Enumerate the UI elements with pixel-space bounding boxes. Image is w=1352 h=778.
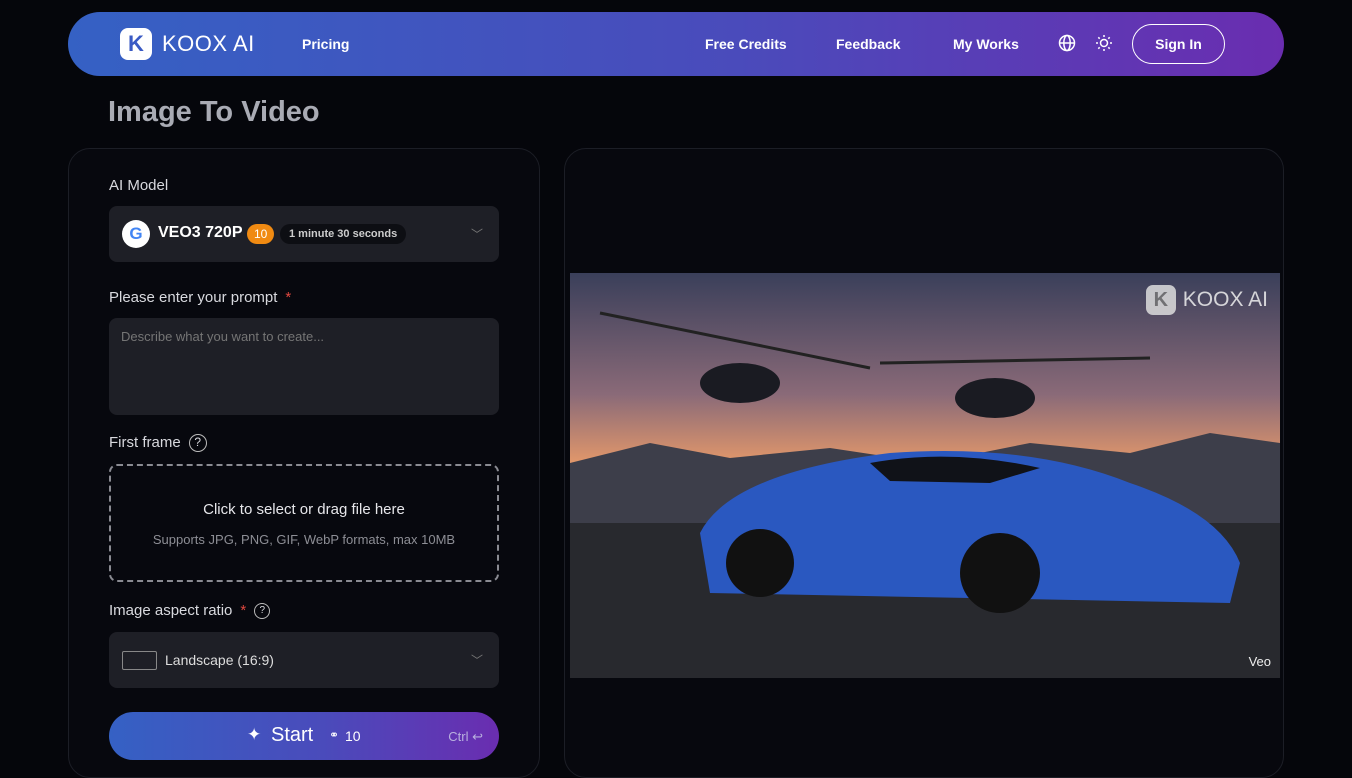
upload-dropzone[interactable]: Click to select or drag file here Suppor…	[109, 464, 499, 582]
brand-name: KOOX AI	[162, 31, 255, 56]
source-tag: Veo	[1248, 654, 1271, 669]
preview-panel: K KOOX AI Veo	[564, 148, 1284, 778]
sparkle-icon: ✦	[247, 725, 262, 744]
model-select[interactable]: G VEO3 720P 10 1 minute 30 seconds ﹀	[109, 206, 499, 262]
video-frame-illustration	[570, 311, 1280, 678]
chevron-down-icon: ﹀	[470, 227, 483, 242]
logo-icon: K	[120, 28, 152, 60]
help-icon[interactable]: ?	[188, 434, 207, 453]
sun-icon[interactable]	[1094, 34, 1114, 54]
top-nav: K KOOX AI Pricing Free Credits Feedback …	[68, 12, 1284, 76]
brand-logo[interactable]: K KOOX AI	[120, 28, 255, 60]
start-button[interactable]: ✦ Start ⚭ 10 Ctrl ↩	[109, 712, 499, 760]
sign-in-button[interactable]: Sign In	[1132, 24, 1225, 64]
preview-video[interactable]: K KOOX AI Veo	[570, 273, 1280, 678]
first-frame-label: First frame?	[109, 434, 207, 453]
globe-icon[interactable]	[1057, 34, 1077, 54]
google-icon: G	[122, 220, 150, 248]
watermark: K KOOX AI	[1145, 285, 1268, 315]
coins-icon: ⚭	[329, 728, 340, 742]
duration-badge: 1 minute 30 seconds	[280, 224, 407, 244]
nav-free-credits[interactable]: Free Credits	[705, 36, 787, 52]
form-panel: AI Model G VEO3 720P 10 1 minute 30 seco…	[68, 148, 540, 778]
upload-hint: Supports JPG, PNG, GIF, WebP formats, ma…	[152, 532, 456, 547]
model-name: VEO3 720P	[158, 224, 243, 241]
landscape-ratio-icon	[122, 651, 157, 670]
prompt-input[interactable]	[109, 318, 499, 415]
prompt-label: Please enter your prompt *	[109, 289, 292, 306]
aspect-label: Image aspect ratio *?	[109, 602, 271, 620]
help-icon[interactable]: ?	[254, 603, 271, 620]
nav-my-works[interactable]: My Works	[953, 36, 1019, 52]
logo-icon: K	[1145, 285, 1176, 315]
upload-title: Click to select or drag file here	[203, 501, 405, 518]
start-label: Start	[271, 724, 314, 746]
nav-pricing[interactable]: Pricing	[302, 36, 349, 52]
aspect-ratio-select[interactable]: Landscape (16:9) ﹀	[109, 632, 499, 688]
aspect-value: Landscape (16:9)	[165, 652, 274, 668]
credits-badge: 10	[247, 224, 275, 244]
start-cost: 10	[345, 728, 361, 744]
chevron-down-icon: ﹀	[470, 653, 483, 668]
shortcut-hint: Ctrl ↩	[448, 729, 483, 744]
page-title: Image To Video	[108, 96, 320, 128]
nav-feedback[interactable]: Feedback	[836, 36, 901, 52]
model-label: AI Model	[109, 177, 169, 194]
